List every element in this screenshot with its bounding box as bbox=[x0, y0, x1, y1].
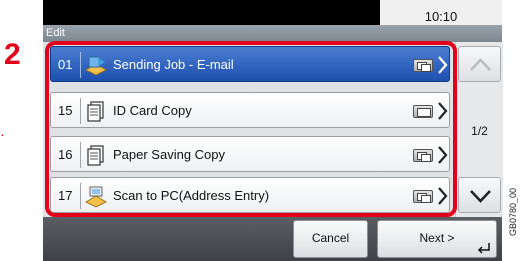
cancel-label: Cancel bbox=[311, 231, 350, 245]
chevron-up-icon bbox=[470, 58, 491, 71]
row-name: Sending Job - E-mail bbox=[113, 57, 234, 72]
row-name: Paper Saving Copy bbox=[113, 147, 226, 162]
divider bbox=[80, 98, 81, 124]
divider bbox=[80, 183, 81, 209]
copy-job-icon bbox=[87, 101, 104, 122]
step-number: 2 bbox=[4, 38, 21, 71]
scan-to-pc-icon bbox=[84, 186, 108, 208]
figure-code: GB0780_00 bbox=[508, 188, 518, 237]
row-number: 16 bbox=[58, 147, 73, 162]
chevron-down-icon bbox=[470, 190, 491, 203]
chevron-right-icon bbox=[438, 146, 448, 164]
divider bbox=[80, 142, 81, 168]
multi-page-icon bbox=[413, 149, 433, 162]
clock: 10:10 bbox=[424, 9, 458, 24]
page-indicator: 1/2 bbox=[471, 124, 488, 138]
chevron-right-icon bbox=[438, 56, 448, 74]
scroll-up-button[interactable] bbox=[458, 46, 501, 82]
divider bbox=[80, 52, 81, 78]
row-number: 01 bbox=[58, 57, 73, 72]
row-number: 15 bbox=[58, 103, 73, 118]
row-name: ID Card Copy bbox=[113, 103, 192, 118]
next-button[interactable]: Next > bbox=[377, 220, 497, 258]
scroll-down-button[interactable] bbox=[458, 177, 501, 213]
list-item-paper-saving-copy[interactable]: 16 Paper Saving Copy bbox=[50, 136, 450, 172]
copy-job-icon bbox=[87, 145, 104, 166]
single-page-icon bbox=[413, 105, 433, 118]
chevron-right-icon bbox=[438, 187, 448, 205]
touch-panel-screen: 10:10 Edit 01 Sending Job - E-mail 15 ID… bbox=[43, 0, 503, 261]
bottom-bar: Cancel Next > bbox=[43, 217, 502, 261]
pointer-mark: · bbox=[0, 126, 5, 142]
screen-title: Edit bbox=[46, 27, 65, 39]
multi-page-icon bbox=[413, 59, 433, 72]
title-bar: Edit bbox=[43, 25, 502, 42]
chevron-right-icon bbox=[438, 102, 448, 120]
scroll-panel: 1/2 bbox=[455, 42, 503, 217]
row-name: Scan to PC(Address Entry) bbox=[113, 188, 270, 203]
cancel-button[interactable]: Cancel bbox=[293, 220, 368, 258]
list-item-scan-to-pc[interactable]: 17 Scan to PC(Address Entry) bbox=[50, 177, 450, 213]
send-job-icon bbox=[84, 56, 108, 76]
multi-page-icon bbox=[413, 190, 433, 203]
enter-icon bbox=[477, 243, 490, 254]
list-item-id-card-copy[interactable]: 15 ID Card Copy bbox=[50, 92, 450, 128]
list-item-sending-job-email[interactable]: 01 Sending Job - E-mail bbox=[50, 46, 450, 82]
row-number: 17 bbox=[58, 188, 73, 203]
